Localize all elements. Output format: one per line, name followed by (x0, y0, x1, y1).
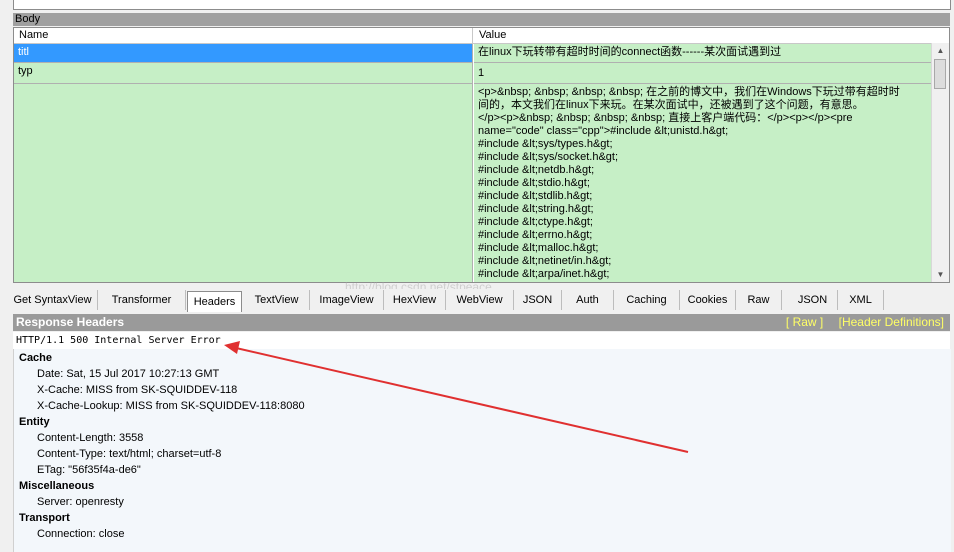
column-value-header[interactable]: Value (474, 28, 933, 43)
header-item[interactable]: Date: Sat, 15 Jul 2017 10:27:13 GMT (37, 368, 219, 380)
headers-tree: Cache Date: Sat, 15 Jul 2017 10:27:13 GM… (13, 349, 951, 552)
tab-get-syntaxview[interactable]: Get SyntaxView (8, 290, 98, 310)
grid-row-typ[interactable]: typ 1 (14, 63, 933, 84)
row-value: 1 (474, 63, 933, 84)
body-section-header: Body (13, 13, 950, 26)
grid-row-titl[interactable]: titl 在linux下玩转带有超时时间的connect函数------某次面试… (14, 44, 933, 63)
value-line: #include &lt;netdb.h&gt; (478, 164, 595, 176)
response-headers-bar: Response Headers [ Raw ] [Header Definit… (13, 314, 950, 331)
grid-vertical-scrollbar[interactable]: ▲ ▼ (931, 43, 949, 282)
value-line: #include &lt;string.h&gt; (478, 203, 594, 215)
value-line: </p><p>&nbsp; &nbsp; &nbsp; &nbsp; 直接上客户… (478, 112, 853, 124)
scroll-down-icon[interactable]: ▼ (932, 267, 949, 282)
header-item[interactable]: ETag: "56f35f4a-de6" (37, 464, 141, 476)
tab-raw[interactable]: Raw (736, 290, 782, 310)
value-line: #include &lt;stdio.h&gt; (478, 177, 590, 189)
scroll-up-icon[interactable]: ▲ (932, 43, 949, 58)
section-entity[interactable]: Entity (19, 416, 50, 428)
tab-caching[interactable]: Caching (614, 290, 680, 310)
value-line: #include &lt;ctype.h&gt; (478, 216, 593, 228)
section-cache[interactable]: Cache (19, 352, 52, 364)
tab-transformer[interactable]: Transformer (98, 290, 186, 310)
value-line: 在linux下玩转带有超时时间的connect函数------某次面试遇到过 (478, 46, 782, 58)
value-line: 1 (478, 67, 485, 79)
row-value: <p>&nbsp; &nbsp; &nbsp; &nbsp; 在之前的博文中，我… (474, 84, 933, 282)
http-status-line[interactable]: HTTP/1.1 500 Internal Server Error (13, 332, 950, 349)
scroll-thumb[interactable] (934, 59, 946, 89)
row-name: typ (14, 63, 473, 84)
section-miscellaneous[interactable]: Miscellaneous (19, 480, 94, 492)
value-line: <p>&nbsp; &nbsp; &nbsp; &nbsp; 在之前的博文中，我… (478, 86, 900, 98)
tab-imageview[interactable]: ImageView (310, 290, 384, 310)
header-item[interactable]: X-Cache-Lookup: MISS from SK-SQUIDDEV-11… (37, 400, 305, 412)
tab-headers[interactable]: Headers (187, 291, 242, 312)
grid-column-header: Name Value (14, 28, 933, 44)
value-line: #include &lt;arpa/inet.h&gt; (478, 268, 610, 280)
response-headers-title: Response Headers (16, 315, 125, 329)
header-item[interactable]: Server: openresty (37, 496, 124, 508)
tab-auth[interactable]: Auth (562, 290, 614, 310)
value-line: #include &lt;stdlib.h&gt; (478, 190, 593, 202)
row-value: 在linux下玩转带有超时时间的connect函数------某次面试遇到过 (474, 44, 933, 63)
section-transport[interactable]: Transport (19, 512, 70, 524)
header-item[interactable]: Content-Type: text/html; charset=utf-8 (37, 448, 221, 460)
value-line: #include &lt;netinet/in.h&gt; (478, 255, 612, 267)
value-line: #include &lt;malloc.h&gt; (478, 242, 599, 254)
header-definitions-link[interactable]: [Header Definitions] (839, 315, 944, 329)
body-grid: Name Value titl 在linux下玩转带有超时时间的connect函… (13, 27, 950, 283)
header-item[interactable]: Content-Length: 3558 (37, 432, 143, 444)
value-line: #include &lt;sys/types.h&gt; (478, 138, 613, 150)
tab-textview[interactable]: TextView (244, 290, 310, 310)
value-line: 间的，本文我们在linux下来玩。在某次面试中，还被遇到了这个问题，有意思。 (478, 99, 864, 111)
header-item[interactable]: X-Cache: MISS from SK-SQUIDDEV-118 (37, 384, 237, 396)
grid-row-content[interactable]: <p>&nbsp; &nbsp; &nbsp; &nbsp; 在之前的博文中，我… (14, 84, 933, 282)
response-header-links: [ Raw ] [Header Definitions] (774, 314, 944, 331)
inspector-tab-bar: Get SyntaxView Transformer Headers TextV… (0, 289, 954, 312)
request-top-pane (13, 0, 951, 10)
column-name-header[interactable]: Name (14, 28, 473, 43)
header-item[interactable]: Connection: close (37, 528, 124, 540)
value-line: #include &lt;sys/socket.h&gt; (478, 151, 619, 163)
raw-link[interactable]: [ Raw ] (786, 315, 823, 329)
row-name (14, 84, 473, 282)
tab-webview[interactable]: WebView (446, 290, 514, 310)
value-line: name="code" class="cpp">#include &lt;uni… (478, 125, 729, 137)
tab-json-2[interactable]: JSON (788, 290, 838, 310)
tab-cookies[interactable]: Cookies (680, 290, 736, 310)
value-line: #include &lt;errno.h&gt; (478, 229, 593, 241)
tab-hexview[interactable]: HexView (384, 290, 446, 310)
row-name: titl (14, 44, 473, 63)
tab-xml[interactable]: XML (838, 290, 884, 310)
tab-json[interactable]: JSON (514, 290, 562, 310)
